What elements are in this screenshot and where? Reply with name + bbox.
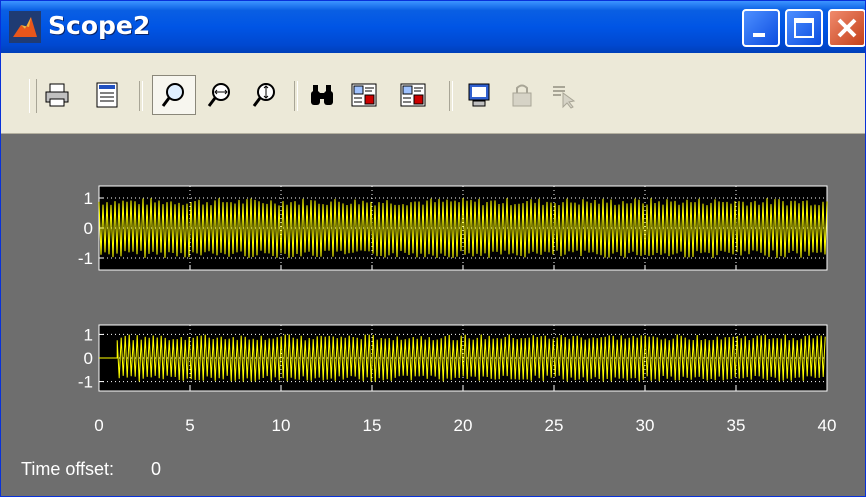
maximize-icon (794, 18, 814, 38)
x-tick-label: 20 (454, 416, 473, 435)
x-tick-label: 5 (185, 416, 194, 435)
maximize-button[interactable] (785, 9, 823, 47)
window-title: Scope2 (48, 11, 151, 40)
y-tick-label: 1 (84, 189, 93, 208)
x-tick-label: 15 (363, 416, 382, 435)
y-tick-label: 0 (84, 219, 93, 238)
y-tick-label: -1 (78, 373, 93, 392)
x-tick-label: 0 (94, 416, 103, 435)
x-tick-label: 40 (818, 416, 837, 435)
lock-axes-icon (512, 84, 532, 107)
close-icon (837, 18, 857, 38)
axes-top[interactable]: 1 0 -1 (78, 185, 828, 271)
zoom-y-icon[interactable] (251, 81, 279, 109)
toolbar-separator (449, 81, 453, 111)
save-axes-settings-icon[interactable] (350, 81, 378, 109)
minimize-icon (753, 33, 765, 37)
x-tick-label: 30 (636, 416, 655, 435)
close-button[interactable] (828, 9, 865, 47)
axes-bottom[interactable]: 10-10 5 10 15 20 25 30 35 40 (78, 324, 837, 435)
minimize-button[interactable] (742, 9, 780, 47)
x-tick-label: 25 (545, 416, 564, 435)
x-tick-label: 35 (727, 416, 746, 435)
y-tick-label: 0 (84, 349, 93, 368)
status-bar (1, 453, 865, 496)
scope-display: 10-1 10-10 5 10 15 20 25 30 35 40 (78, 185, 837, 435)
toolbar (1, 53, 865, 134)
x-tick-label: 10 (272, 416, 291, 435)
matlab-icon (9, 11, 41, 43)
title-bar[interactable]: Scope2 (1, 1, 865, 53)
zoom-x-icon[interactable] (206, 81, 234, 109)
toolbar-grip[interactable] (29, 79, 37, 113)
floating-scope-icon[interactable] (465, 81, 493, 109)
y-tick-label: -1 (78, 249, 93, 268)
time-offset-value: 0 (151, 459, 162, 479)
scope-window: Scope2 1 0 -1 1 0 -1 0 5 10 15 20 25 30 … (0, 0, 866, 497)
parameters-icon[interactable] (93, 81, 121, 109)
toolbar-separator (139, 81, 143, 111)
signal-selection-icon (553, 86, 576, 109)
restore-axes-settings-icon[interactable] (399, 81, 427, 109)
autoscale-icon[interactable] (308, 81, 336, 109)
y-tick-label: 1 (84, 325, 93, 344)
zoom-in-icon[interactable] (160, 81, 188, 109)
time-offset-label: Time offset: (21, 459, 115, 479)
print-icon[interactable] (43, 81, 71, 109)
toolbar-separator (294, 81, 298, 111)
